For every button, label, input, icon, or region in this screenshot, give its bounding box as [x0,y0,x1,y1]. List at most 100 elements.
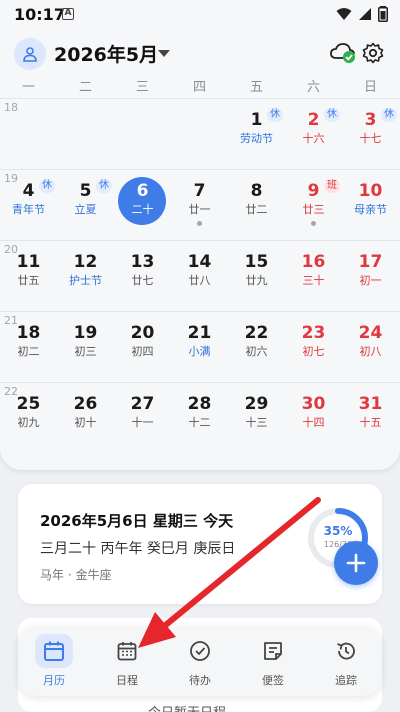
calendar-schedule-icon [108,634,146,668]
day-number: 10 [358,181,383,201]
day-cell[interactable]: 27 十一 [114,388,171,448]
month-title[interactable]: 2026年5月 [54,40,158,67]
day-cell[interactable]: 3 十七休 [342,104,399,164]
day-lunar-label: 初四 [131,345,154,358]
day-cell[interactable]: 9 廿三班 [285,175,342,235]
day-lunar-label: 十六 [302,132,325,145]
day-lunar-label: 立夏 [74,203,97,216]
tab-calendar[interactable]: 月历 [18,634,90,690]
tab-label: 月历 [43,674,65,687]
day-cell[interactable]: 16 三十 [285,246,342,306]
day-cell[interactable]: 26 初十 [57,388,114,448]
day-cell[interactable]: 30 十四 [285,388,342,448]
day-cell[interactable]: 8 廿二 [228,175,285,235]
battery-icon [378,6,388,22]
day-cell-today[interactable]: 6 二十 [114,175,171,235]
day-lunar-label: 廿一 [188,203,211,216]
day-number: 8 [250,181,263,201]
day-cell[interactable]: 5 立夏休 [57,175,114,235]
day-cell[interactable]: 10 母亲节 [342,175,399,235]
day-lunar-label: 初七 [302,345,325,358]
bottom-tab-bar: 月历 日程 待办 便签 追踪 [18,626,382,696]
day-lunar-label: 十七 [359,132,382,145]
day-cell[interactable]: 20 初四 [114,317,171,377]
tab-notes[interactable]: 便签 [237,634,309,690]
day-cell[interactable]: 2 十六休 [285,104,342,164]
weekday-label: 五 [249,80,263,95]
day-number: 11 [16,252,41,272]
plus-icon [346,553,366,573]
cloud-sync-icon[interactable] [330,42,356,64]
today-info-card[interactable]: 2026年5月6日 星期三 今天 三月二十 丙午年 癸巳月 庚辰日 马年 · 金… [18,484,382,604]
tab-track[interactable]: 追踪 [310,634,382,690]
tab-label: 日程 [116,674,138,687]
day-number: 13 [130,252,155,272]
calendar-header: 2026年5月 [0,34,400,74]
notification-a-icon: A [62,8,74,20]
day-cell[interactable]: 1 劳动节休 [228,104,285,164]
weekday-label: 二 [78,80,92,95]
day-lunar-label: 青年节 [12,203,45,216]
holiday-badge: 休 [267,108,283,122]
day-cell[interactable]: 7 廿一 [171,175,228,235]
day-number: 19 [73,323,98,343]
day-cell[interactable]: 13 廿七 [114,246,171,306]
day-cell[interactable]: 4 青年节休 [0,175,57,235]
week-row: 22 25 初九 26 初十 27 十一 28 十二 29 十三 30 十四 31 十五 [0,382,400,453]
tab-label: 追踪 [335,674,357,687]
week-row: 19 4 青年节休 5 立夏休 6 二十 7 廿一 8 廿二 9 廿三班 10 母亲节 [0,169,400,240]
avatar-button[interactable] [14,38,46,70]
day-lunar-label: 十五 [359,416,382,429]
chevron-down-icon[interactable] [158,50,170,57]
day-cell[interactable]: 31 十五 [342,388,399,448]
day-lunar-label: 廿三 [302,203,325,216]
weekday-row: 一二三四五六日 [0,76,400,96]
day-number: 7 [193,181,206,201]
tab-todo[interactable]: 待办 [164,634,236,690]
day-cell[interactable]: 21 小满 [171,317,228,377]
status-bar: 10:17 A [0,0,400,28]
day-cell[interactable]: 17 初一 [342,246,399,306]
add-schedule-button[interactable] [334,541,378,585]
day-number: 24 [358,323,383,343]
day-cell[interactable]: 18 初二 [0,317,57,377]
day-number: 25 [16,394,41,414]
calendar-card: 2026年5月 一二三四五六日 18 1 劳动节休 2 十六休 3 十七休 19 4 青年节休 5 立… [0,28,400,470]
event-dot [311,221,316,226]
day-cell[interactable]: 29 十三 [228,388,285,448]
calendar-month-icon [35,634,73,668]
day-number: 6 [136,181,149,201]
tab-schedule[interactable]: 日程 [91,634,163,690]
day-cell[interactable]: 11 廿五 [0,246,57,306]
day-cell[interactable]: 24 初八 [342,317,399,377]
gear-icon[interactable] [362,42,384,64]
check-circle-icon [181,634,219,668]
day-lunar-label: 二十 [131,203,154,216]
day-lunar-label: 初三 [74,345,97,358]
holiday-badge: 休 [324,108,340,122]
day-number: 20 [130,323,155,343]
weekday-label: 四 [192,80,206,95]
day-lunar-label: 母亲节 [354,203,387,216]
history-icon [327,634,365,668]
day-number: 18 [16,323,41,343]
day-cell[interactable]: 14 廿八 [171,246,228,306]
holiday-badge: 休 [39,179,55,193]
day-lunar-label: 劳动节 [240,132,273,145]
day-cell[interactable]: 25 初九 [0,388,57,448]
note-icon [254,634,292,668]
day-cell[interactable]: 22 初六 [228,317,285,377]
day-lunar-label: 初六 [245,345,268,358]
day-cell[interactable]: 28 十二 [171,388,228,448]
day-cell[interactable]: 12 护士节 [57,246,114,306]
progress-percent: 35% [323,524,353,538]
day-cell[interactable]: 23 初七 [285,317,342,377]
info-date: 2026年5月6日 星期三 今天 [40,512,234,530]
info-zodiac: 马年 · 金牛座 [40,568,112,582]
day-lunar-label: 廿二 [245,203,268,216]
day-cell[interactable]: 19 初三 [57,317,114,377]
day-number: 28 [187,394,212,414]
week-number: 18 [4,101,18,114]
day-number: 12 [73,252,98,272]
day-cell[interactable]: 15 廿九 [228,246,285,306]
